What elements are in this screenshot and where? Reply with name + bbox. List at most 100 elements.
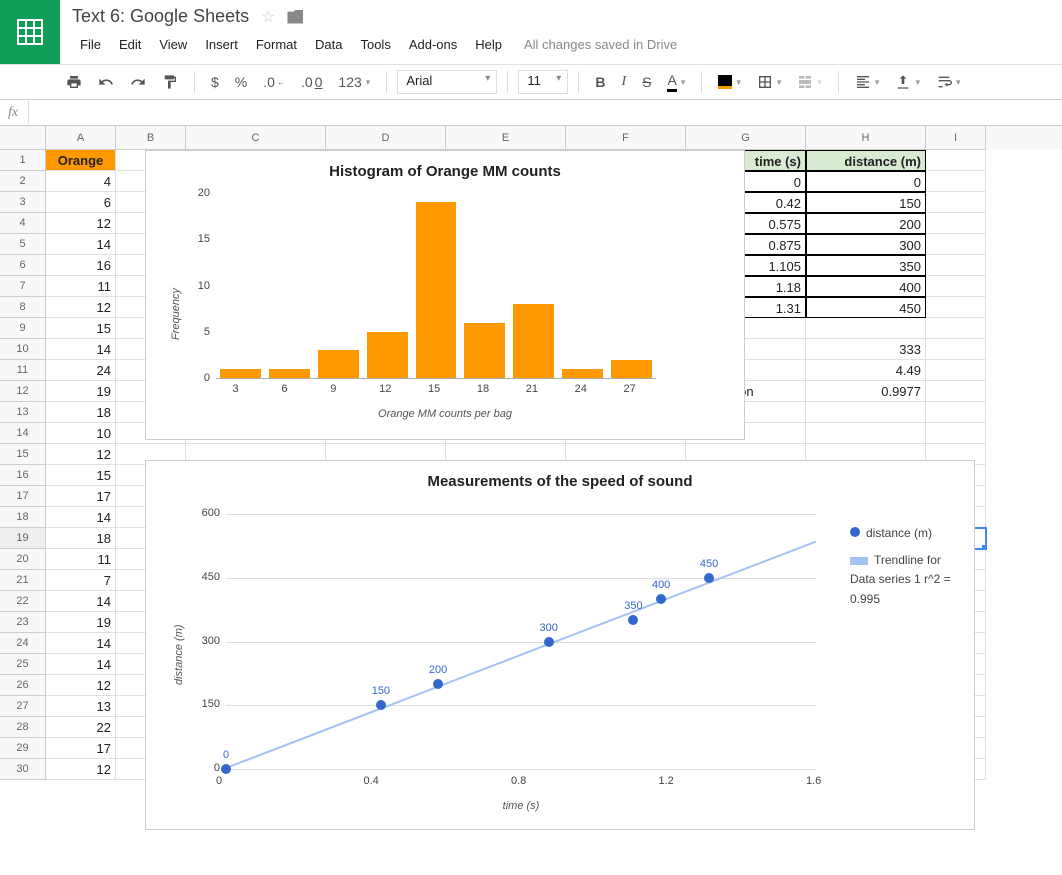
- menu-add-ons[interactable]: Add-ons: [401, 33, 465, 56]
- row-header[interactable]: 14: [0, 423, 46, 444]
- row-header[interactable]: 21: [0, 570, 46, 591]
- cell[interactable]: [806, 318, 926, 339]
- cell[interactable]: [926, 213, 986, 234]
- row-header[interactable]: 20: [0, 549, 46, 570]
- cell[interactable]: 18: [46, 402, 116, 423]
- row-header[interactable]: 12: [0, 381, 46, 402]
- italic-button[interactable]: I: [615, 70, 632, 94]
- row-header[interactable]: 25: [0, 654, 46, 675]
- sheets-logo[interactable]: [0, 0, 60, 64]
- row-header[interactable]: 15: [0, 444, 46, 465]
- cell[interactable]: distance (m): [806, 150, 926, 171]
- increase-decimal-button[interactable]: .00: [295, 70, 328, 94]
- cell[interactable]: [926, 150, 986, 171]
- print-button[interactable]: [60, 70, 88, 94]
- star-icon[interactable]: ☆: [261, 7, 275, 27]
- redo-button[interactable]: [124, 70, 152, 94]
- cell[interactable]: 13: [46, 696, 116, 717]
- paint-format-button[interactable]: [156, 70, 184, 94]
- cell[interactable]: 400: [806, 276, 926, 297]
- cell[interactable]: 17: [46, 486, 116, 507]
- text-wrap-button[interactable]: ▾: [930, 70, 967, 94]
- currency-button[interactable]: $: [205, 70, 225, 94]
- menu-file[interactable]: File: [72, 33, 109, 56]
- cell[interactable]: [926, 423, 986, 444]
- cell[interactable]: [926, 276, 986, 297]
- cell[interactable]: 12: [46, 444, 116, 465]
- undo-button[interactable]: [92, 70, 120, 94]
- row-header[interactable]: 11: [0, 360, 46, 381]
- percent-button[interactable]: %: [229, 70, 253, 94]
- cell[interactable]: 12: [46, 675, 116, 696]
- column-header[interactable]: H: [806, 126, 926, 150]
- cell[interactable]: 17: [46, 738, 116, 759]
- menu-tools[interactable]: Tools: [352, 33, 398, 56]
- row-header[interactable]: 16: [0, 465, 46, 486]
- row-header[interactable]: 13: [0, 402, 46, 423]
- cell[interactable]: 19: [46, 612, 116, 633]
- row-header[interactable]: 2: [0, 171, 46, 192]
- cell[interactable]: [926, 402, 986, 423]
- column-header[interactable]: B: [116, 126, 186, 150]
- select-all-corner[interactable]: [0, 126, 46, 150]
- formula-input[interactable]: [28, 101, 1062, 124]
- cell[interactable]: 24: [46, 360, 116, 381]
- cell[interactable]: 14: [46, 234, 116, 255]
- cell[interactable]: [926, 255, 986, 276]
- cell[interactable]: 0: [806, 171, 926, 192]
- cell[interactable]: 14: [46, 507, 116, 528]
- column-header[interactable]: F: [566, 126, 686, 150]
- cell[interactable]: 0.9977: [806, 381, 926, 402]
- document-title[interactable]: Text 6: Google Sheets: [72, 6, 249, 27]
- row-header[interactable]: 19: [0, 528, 46, 549]
- row-header[interactable]: 22: [0, 591, 46, 612]
- borders-button[interactable]: ▾: [751, 70, 788, 94]
- row-header[interactable]: 4: [0, 213, 46, 234]
- row-header[interactable]: 28: [0, 717, 46, 738]
- font-family-select[interactable]: Arial: [397, 70, 497, 94]
- cell[interactable]: [806, 423, 926, 444]
- cell[interactable]: 6: [46, 192, 116, 213]
- cell[interactable]: 22: [46, 717, 116, 738]
- row-header[interactable]: 30: [0, 759, 46, 780]
- column-header[interactable]: E: [446, 126, 566, 150]
- column-header[interactable]: C: [186, 126, 326, 150]
- cell[interactable]: 12: [46, 759, 116, 780]
- cell[interactable]: 200: [806, 213, 926, 234]
- font-size-select[interactable]: 11: [518, 70, 568, 94]
- cell[interactable]: 4.49: [806, 360, 926, 381]
- row-header[interactable]: 23: [0, 612, 46, 633]
- cell[interactable]: 19: [46, 381, 116, 402]
- horizontal-align-button[interactable]: ▾: [849, 70, 886, 94]
- cell[interactable]: 16: [46, 255, 116, 276]
- bold-button[interactable]: B: [589, 70, 611, 94]
- histogram-chart[interactable]: Histogram of Orange MM counts Frequency …: [145, 150, 745, 440]
- cell[interactable]: [926, 192, 986, 213]
- cell[interactable]: 15: [46, 465, 116, 486]
- column-header[interactable]: G: [686, 126, 806, 150]
- cell[interactable]: 333: [806, 339, 926, 360]
- cell[interactable]: 14: [46, 633, 116, 654]
- row-header[interactable]: 5: [0, 234, 46, 255]
- menu-help[interactable]: Help: [467, 33, 510, 56]
- cell[interactable]: 10: [46, 423, 116, 444]
- row-header[interactable]: 8: [0, 297, 46, 318]
- cell[interactable]: 12: [46, 297, 116, 318]
- column-header[interactable]: D: [326, 126, 446, 150]
- cell[interactable]: 300: [806, 234, 926, 255]
- cell[interactable]: 350: [806, 255, 926, 276]
- cell[interactable]: 15: [46, 318, 116, 339]
- row-header[interactable]: 24: [0, 633, 46, 654]
- text-color-button[interactable]: A▾: [661, 68, 691, 96]
- cell[interactable]: 11: [46, 549, 116, 570]
- merge-cells-button[interactable]: ▾: [791, 70, 828, 94]
- cell[interactable]: [926, 171, 986, 192]
- vertical-align-button[interactable]: ▾: [889, 70, 926, 94]
- cell[interactable]: 450: [806, 297, 926, 318]
- cell[interactable]: 18: [46, 528, 116, 549]
- spreadsheet-grid[interactable]: ABCDEFGHI 1Orangetime (s)distance (m)240…: [0, 126, 1062, 875]
- row-header[interactable]: 27: [0, 696, 46, 717]
- cell[interactable]: 14: [46, 591, 116, 612]
- cell[interactable]: 12: [46, 213, 116, 234]
- cell[interactable]: Orange: [46, 150, 116, 171]
